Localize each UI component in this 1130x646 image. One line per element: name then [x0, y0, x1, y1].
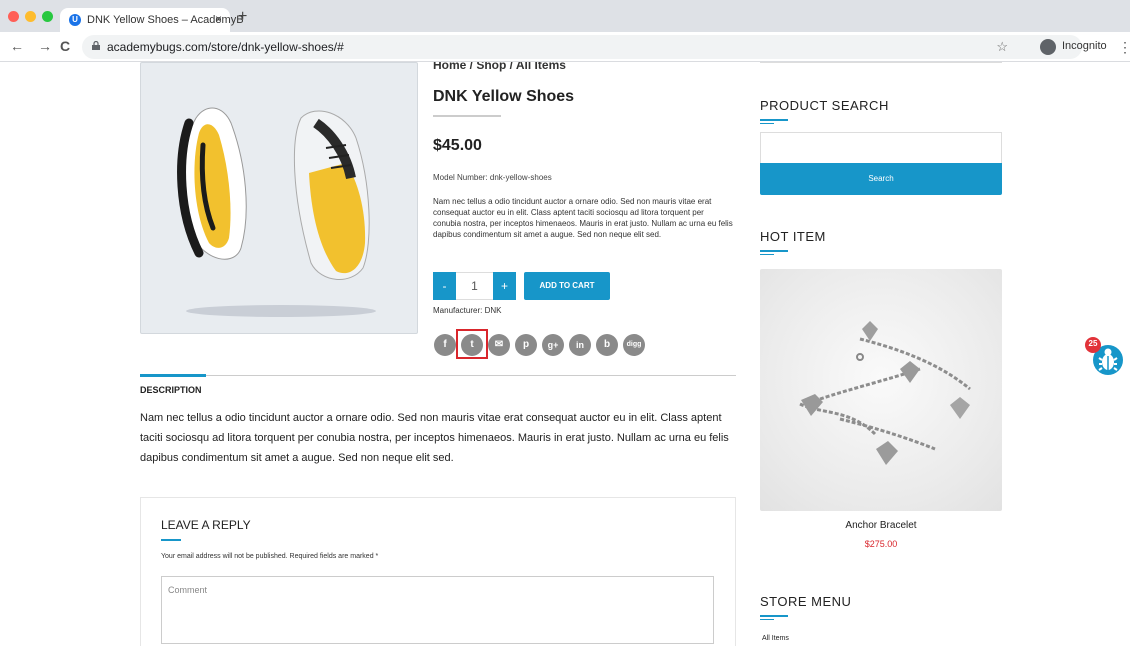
bracelet-illustration: [799, 321, 971, 465]
hot-item-name[interactable]: Anchor Bracelet: [760, 520, 1002, 531]
store-menu-underline: [760, 615, 788, 617]
email-icon[interactable]: ✉: [488, 334, 510, 356]
maximize-window-button[interactable]: [42, 11, 53, 22]
minimize-window-button[interactable]: [25, 11, 36, 22]
close-window-button[interactable]: [8, 11, 19, 22]
active-tab-indicator: [140, 374, 206, 377]
search-title-underline-2: [760, 123, 774, 124]
title-divider: [433, 115, 501, 117]
digg-icon[interactable]: digg: [623, 334, 645, 356]
hot-item-title: HOT ITEM: [760, 229, 826, 244]
comment-placeholder: Comment: [168, 585, 208, 595]
incognito-label: Incognito: [1062, 40, 1107, 52]
product-price: $45.00: [433, 137, 482, 154]
hot-title-underline-2: [760, 254, 774, 255]
quantity-input[interactable]: 1: [456, 272, 493, 300]
url-text: academybugs.com/store/dnk-yellow-shoes/#: [107, 40, 344, 54]
browser-tab[interactable]: U DNK Yellow Shoes – AcademyB ×: [60, 8, 244, 32]
product-description: Nam nec tellus a odio tincidunt auctor a…: [140, 412, 729, 464]
quantity-increase-button[interactable]: +: [493, 272, 516, 300]
product-image[interactable]: [140, 62, 418, 334]
tab-close-icon[interactable]: ×: [215, 12, 222, 26]
reply-title-underline: [161, 539, 181, 541]
reply-note: Your email address will not be published…: [161, 553, 379, 560]
search-title-underline: [760, 119, 788, 121]
hot-item-image[interactable]: [760, 269, 1002, 511]
incognito-icon[interactable]: [1040, 39, 1056, 55]
linkedin-icon[interactable]: in: [569, 334, 591, 356]
bug-report-widget[interactable]: 25: [1084, 336, 1124, 376]
model-number: Model Number: dnk-yellow-shoes: [433, 173, 552, 182]
store-menu-underline-2: [760, 619, 774, 620]
sidebar-divider: [760, 62, 1002, 63]
bug-count-badge: 25: [1088, 339, 1098, 348]
manufacturer: Manufacturer: DNK: [433, 306, 502, 315]
hot-item-price: $275.00: [864, 539, 898, 549]
shoe-illustration: [177, 107, 376, 317]
address-bar[interactable]: academybugs.com/store/dnk-yellow-shoes/#…: [82, 35, 1082, 59]
page-content: Home / Shop / All Items DNK Yellow Shoes…: [0, 62, 1130, 646]
breadcrumb[interactable]: Home / Shop / All Items: [433, 62, 566, 72]
short-description: Nam nec tellus a odio tincidunt auctor a…: [433, 197, 733, 239]
pinterest-icon[interactable]: p: [515, 334, 537, 356]
google-plus-icon[interactable]: g+: [542, 334, 564, 356]
twitter-highlight-box: [456, 329, 488, 359]
comment-textarea[interactable]: Comment: [161, 576, 714, 644]
product-search-input[interactable]: [760, 132, 1002, 164]
store-menu-item-all-items[interactable]: All Items: [762, 635, 789, 642]
reply-title: LEAVE A REPLY: [161, 518, 251, 532]
forward-icon[interactable]: →: [38, 39, 52, 53]
new-tab-button[interactable]: +: [238, 9, 247, 25]
browser-tabstrip: U DNK Yellow Shoes – AcademyB × +: [0, 0, 1130, 32]
buffer-icon[interactable]: b: [596, 334, 618, 356]
store-menu-title: STORE MENU: [760, 594, 852, 609]
tabs-divider: [140, 375, 736, 376]
browser-menu-icon[interactable]: ⋮: [1118, 39, 1130, 56]
facebook-icon[interactable]: f: [434, 334, 456, 356]
hot-title-underline: [760, 250, 788, 252]
product-title: DNK Yellow Shoes: [433, 88, 575, 105]
site-favicon-icon: U: [69, 14, 81, 26]
add-to-cart-button[interactable]: ADD TO CART: [524, 272, 610, 300]
reload-icon[interactable]: C: [60, 39, 70, 53]
lock-icon: [92, 41, 100, 50]
tab-description[interactable]: DESCRIPTION: [140, 385, 202, 395]
product-search-title: PRODUCT SEARCH: [760, 98, 889, 113]
back-icon[interactable]: ←: [10, 39, 24, 53]
browser-toolbar: ← → C academybugs.com/store/dnk-yellow-s…: [0, 32, 1130, 62]
quantity-decrease-button[interactable]: -: [433, 272, 456, 300]
search-button[interactable]: Search: [760, 163, 1002, 195]
bookmark-star-icon[interactable]: ☆: [996, 39, 1008, 55]
